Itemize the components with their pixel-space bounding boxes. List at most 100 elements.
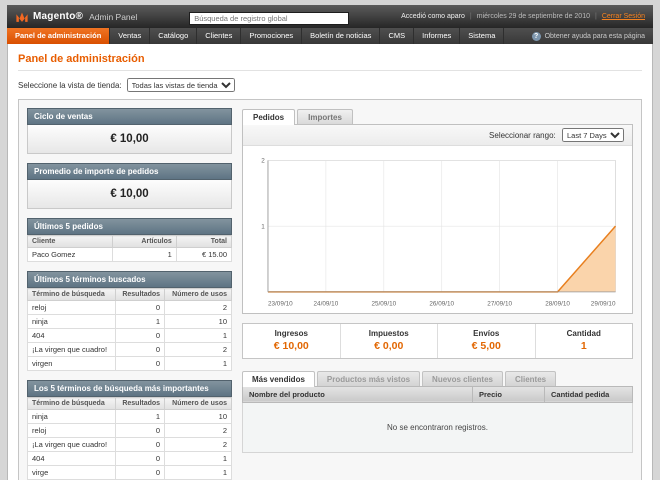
- widget-title: Últimos 5 términos buscados: [27, 271, 232, 288]
- store-view-select[interactable]: Todas las vistas de tienda: [127, 78, 235, 92]
- svg-text:1: 1: [261, 223, 265, 230]
- average-orders-value: € 10,00: [27, 180, 232, 209]
- nav-item-sistema[interactable]: Sistema: [460, 28, 504, 44]
- table-row[interactable]: ¡La virgen que cuadro!02: [28, 438, 232, 452]
- tab-productos-m-s-vistos[interactable]: Productos más vistos: [317, 371, 420, 387]
- empty-message: No se encontraron registros.: [243, 402, 633, 452]
- table-row[interactable]: virgen01: [28, 357, 232, 371]
- nav-item-informes[interactable]: Informes: [414, 28, 460, 44]
- range-label: Seleccionar rango:: [489, 131, 556, 140]
- table-cell: 1: [116, 410, 165, 424]
- table-cell: 1: [165, 357, 232, 371]
- store-view-label: Seleccione la vista de tienda:: [18, 81, 122, 90]
- page-title: Panel de administración: [18, 53, 642, 65]
- table-header-row: Término de búsquedaResultadosNúmero de u…: [28, 398, 232, 410]
- svg-text:29/09/10: 29/09/10: [591, 301, 616, 308]
- table-cell: reloj: [28, 301, 116, 315]
- table-row[interactable]: ¡La virgen que cuadro!02: [28, 343, 232, 357]
- products-table: Nombre del productoPrecioCantidad pedida…: [242, 386, 633, 453]
- logout-link[interactable]: Cerrar Sesión: [602, 13, 645, 20]
- last-orders-table: ClienteArtículosTotal Paco Gomez1€ 15.00: [27, 235, 232, 262]
- tab-pedidos[interactable]: Pedidos: [242, 109, 295, 125]
- column-header: Término de búsqueda: [28, 398, 116, 410]
- nav-item-panel-de-administraci-n[interactable]: Panel de administración: [7, 28, 110, 44]
- tab-importes[interactable]: Importes: [297, 109, 353, 125]
- last-search-terms-widget: Últimos 5 términos buscados Término de b…: [27, 271, 232, 371]
- total-value: 1: [540, 340, 629, 352]
- total-impuestos: Impuestos € 0,00: [340, 324, 438, 358]
- divider: [18, 70, 642, 71]
- total-label: Envíos: [442, 329, 531, 338]
- total-ingresos: Ingresos € 10,00: [243, 324, 340, 358]
- table-row[interactable]: ninja110: [28, 410, 232, 424]
- top-search-table: Término de búsquedaResultadosNúmero de u…: [27, 397, 232, 480]
- app-frame: Magento® Admin Panel Accedió como aparo …: [7, 5, 653, 480]
- lifetime-sales-widget: Ciclo de ventas € 10,00: [27, 108, 232, 154]
- global-search-input[interactable]: [189, 12, 349, 25]
- top-search-terms-widget: Los 5 términos de búsqueda más important…: [27, 380, 232, 480]
- total-value: € 0,00: [345, 340, 434, 352]
- nav-item-cms[interactable]: CMS: [380, 28, 414, 44]
- table-row[interactable]: 40401: [28, 452, 232, 466]
- table-cell: 1: [165, 452, 232, 466]
- table-row[interactable]: ninja110: [28, 315, 232, 329]
- table-cell: ninja: [28, 315, 116, 329]
- range-select[interactable]: Last 7 Days: [562, 128, 624, 142]
- table-cell: virge: [28, 466, 116, 480]
- svg-text:23/09/10: 23/09/10: [268, 301, 293, 308]
- nav-item-promociones[interactable]: Promociones: [241, 28, 302, 44]
- total-cantidad: Cantidad 1: [535, 324, 633, 358]
- table-cell: virgen: [28, 357, 116, 371]
- column-header: Artículos: [112, 236, 176, 248]
- table-cell: 10: [165, 410, 232, 424]
- tab-nuevos-clientes[interactable]: Nuevos clientes: [422, 371, 503, 387]
- empty-row: No se encontraron registros.: [243, 402, 633, 452]
- column-header: Precio: [473, 386, 545, 402]
- nav-item-ventas[interactable]: Ventas: [110, 28, 150, 44]
- tab-m-s-vendidos[interactable]: Más vendidos: [242, 371, 315, 387]
- total-label: Cantidad: [540, 329, 629, 338]
- column-header: Resultados: [116, 289, 165, 301]
- lifetime-sales-value: € 10,00: [27, 125, 232, 154]
- table-cell: 0: [116, 452, 165, 466]
- nav-item-bolet-n-de-noticias[interactable]: Boletín de noticias: [302, 28, 380, 44]
- table-row[interactable]: virge01: [28, 466, 232, 480]
- table-row[interactable]: reloj02: [28, 301, 232, 315]
- help-link[interactable]: ? Obtener ayuda para esta página: [524, 28, 653, 44]
- widget-title: Los 5 términos de búsqueda más important…: [27, 380, 232, 397]
- nav-items: Panel de administraciónVentasCatálogoCli…: [7, 28, 504, 44]
- table-cell: 1: [165, 466, 232, 480]
- help-icon: ?: [532, 32, 541, 41]
- logged-in-as: Accedió como aparo: [401, 13, 465, 20]
- total-value: € 10,00: [247, 340, 336, 352]
- table-cell: 404: [28, 452, 116, 466]
- global-search: [137, 8, 401, 26]
- table-cell: 1: [116, 315, 165, 329]
- dashboard-left-column: Ciclo de ventas € 10,00 Promedio de impo…: [27, 108, 232, 480]
- total-label: Ingresos: [247, 329, 336, 338]
- header-user-area: Accedió como aparo | miércoles 29 de sep…: [401, 13, 645, 20]
- total-env-os: Envíos€ 5,00: [437, 324, 535, 358]
- nav-item-cat-logo[interactable]: Catálogo: [150, 28, 197, 44]
- total-label: Impuestos: [345, 329, 434, 338]
- magento-m-icon: [15, 11, 29, 23]
- chart-panel: Seleccionar rango: Last 7 Days 1223/09/1…: [242, 124, 633, 314]
- bottom-tabs: Más vendidosProductos más vistosNuevos c…: [242, 370, 633, 386]
- help-label: Obtener ayuda para esta página: [545, 33, 645, 40]
- magento-admin-window: Magento® Admin Panel Accedió como aparo …: [0, 0, 660, 480]
- table-cell: 0: [116, 343, 165, 357]
- nav-item-clientes[interactable]: Clientes: [197, 28, 241, 44]
- tab-clientes[interactable]: Clientes: [505, 371, 556, 387]
- table-cell: 2: [165, 438, 232, 452]
- column-header: Cliente: [28, 236, 113, 248]
- table-row[interactable]: 40401: [28, 329, 232, 343]
- table-cell: ¡La virgen que cuadro!: [28, 438, 116, 452]
- table-row[interactable]: Paco Gomez1€ 15.00: [28, 248, 232, 262]
- table-cell: Paco Gomez: [28, 248, 113, 262]
- dashboard-right-column: PedidosImportes Seleccionar rango: Last …: [242, 108, 633, 453]
- top-header: Magento® Admin Panel Accedió como aparo …: [7, 5, 653, 28]
- table-cell: ¡La virgen que cuadro!: [28, 343, 116, 357]
- table-row[interactable]: reloj02: [28, 424, 232, 438]
- last-search-table: Término de búsquedaResultadosNúmero de u…: [27, 288, 232, 371]
- column-header: Total: [176, 236, 231, 248]
